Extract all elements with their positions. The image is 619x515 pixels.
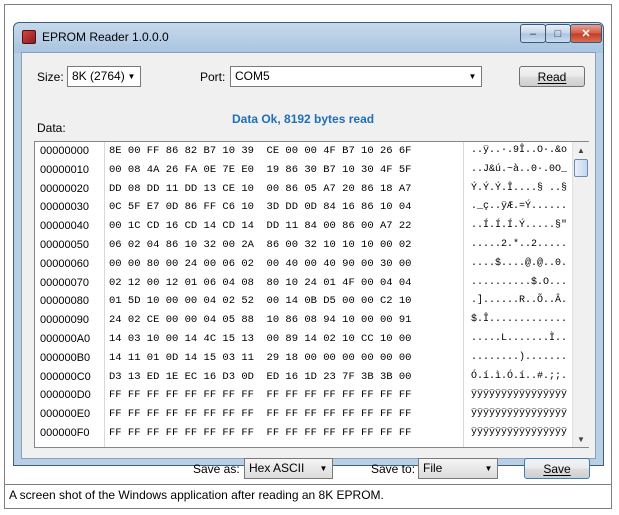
- row-address: 00000000: [40, 145, 89, 157]
- status-message: Data Ok, 8192 bytes read: [232, 112, 375, 126]
- save-as-select-value: Hex ASCII: [249, 461, 305, 475]
- row-hex-bytes: 8E 00 FF 86 82 B7 10 39 CE 00 00 4F B7 1…: [109, 145, 412, 157]
- row-address: 000000A0: [40, 332, 91, 345]
- ascii-column: ..ÿ..·.9Î..O·.&o ..J&ú.~à..0·.0O_ Ý.Ý.Ý.Î.…: [465, 142, 571, 447]
- app-window: EPROM Reader 1.0.0.0 – □ ✕ Size: 8K (276…: [13, 22, 604, 479]
- row-address: 00000030: [40, 201, 89, 214]
- row-address: 00000040: [40, 220, 89, 233]
- read-button[interactable]: Read: [519, 66, 585, 87]
- row-address: 00000090: [40, 314, 89, 327]
- save-to-label: Save to:: [371, 462, 416, 476]
- window-title: EPROM Reader 1.0.0.0: [42, 30, 169, 44]
- minimize-button[interactable]: –: [520, 24, 546, 43]
- row-ascii: .....L.......Ì..: [471, 332, 568, 344]
- read-button-label: Read: [537, 69, 567, 84]
- save-button-label: Save: [543, 461, 571, 476]
- row-hex-bytes: 02 12 00 12 01 06 04 08 80 10 24 01 4F 0…: [109, 276, 412, 289]
- row-ascii: ._ç..ÿÆ.=Ý......: [471, 201, 568, 213]
- chevron-down-icon: ▼: [127, 72, 136, 81]
- row-ascii: ..ÿ..·.9Î..O·.&o: [471, 145, 568, 156]
- hex-dump-grid[interactable]: 00000000 00000010 00000020 00000030 00000040…: [34, 141, 589, 448]
- row-ascii: Ó.í.ì.Ó.í..#.;;.: [471, 370, 568, 382]
- row-address: 000000D0: [40, 389, 91, 402]
- save-button[interactable]: Save: [524, 458, 590, 479]
- client-area: Size: 8K (2764) ▼ Port: COM5 ▼ Read Data…: [21, 52, 596, 479]
- row-ascii: .]......R..Õ..Â.: [471, 295, 568, 307]
- row-address: 000000F0: [40, 426, 90, 439]
- save-as-label: Save as:: [193, 462, 240, 476]
- row-address: 00000020: [40, 182, 89, 195]
- row-ascii: .....2.*..2.....: [471, 238, 568, 250]
- row-address: 00000010: [40, 163, 89, 176]
- maximize-button[interactable]: □: [545, 24, 571, 43]
- title-bar[interactable]: EPROM Reader 1.0.0.0 – □ ✕: [14, 23, 603, 51]
- row-ascii: Ý.Ý.Ý.Î....§ ..§: [471, 182, 568, 194]
- row-ascii: ..........$.O...: [471, 276, 568, 288]
- port-select[interactable]: COM5 ▼: [230, 66, 482, 87]
- row-hex-bytes: FF FF FF FF FF FF FF FF FF FF FF FF FF F…: [109, 426, 412, 439]
- size-select-value: 8K (2764): [72, 69, 125, 83]
- save-to-select-value: File: [423, 461, 443, 475]
- row-address: 000000C0: [40, 370, 91, 383]
- scroll-up-arrow-icon[interactable]: ▲: [573, 142, 589, 158]
- app-icon: [22, 30, 36, 44]
- row-hex-bytes: D3 13 ED 1E EC 16 D3 0D ED 16 1D 23 7F 3…: [109, 370, 412, 383]
- row-address: 00000060: [40, 257, 89, 270]
- row-hex-bytes: 14 03 10 00 14 4C 15 13 00 89 14 02 10 C…: [109, 332, 412, 345]
- save-to-select[interactable]: File ▼: [418, 458, 498, 479]
- row-ascii: $.Î.............: [471, 314, 568, 326]
- row-hex-bytes: 00 00 80 00 24 00 06 02 00 40 00 40 90 0…: [109, 257, 412, 270]
- figure-divider: [4, 484, 612, 485]
- row-address: 000000B0: [40, 351, 91, 364]
- chevron-down-icon: ▼: [468, 72, 477, 81]
- chevron-down-icon: ▼: [484, 464, 493, 473]
- figure-caption: A screen shot of the Windows application…: [9, 488, 384, 502]
- row-ascii: ÿÿÿÿÿÿÿÿÿÿÿÿÿÿÿÿ: [471, 389, 568, 401]
- row-address: 000000E0: [40, 408, 91, 421]
- row-hex-bytes: 00 1C CD 16 CD 14 CD 14 DD 11 84 00 86 0…: [109, 220, 412, 233]
- hex-column: 8E 00 FF 86 82 B7 10 39 CE 00 00 4F B7 1…: [104, 142, 464, 447]
- size-select[interactable]: 8K (2764) ▼: [67, 66, 141, 87]
- save-as-select[interactable]: Hex ASCII ▼: [244, 458, 333, 479]
- row-ascii: ....$....@.@..0.: [471, 257, 568, 269]
- chevron-down-icon: ▼: [319, 464, 328, 473]
- port-label: Port:: [200, 70, 226, 84]
- row-hex-bytes: FF FF FF FF FF FF FF FF FF FF FF FF FF F…: [109, 389, 412, 402]
- row-hex-bytes: 06 02 04 86 10 32 00 2A 86 00 32 10 10 1…: [109, 238, 412, 251]
- data-label: Data:: [37, 121, 66, 135]
- row-hex-bytes: 00 08 4A 26 FA 0E 7E E0 19 86 30 B7 10 3…: [109, 163, 412, 176]
- row-hex-bytes: 24 02 CE 00 00 04 05 88 10 86 08 94 10 0…: [109, 314, 412, 327]
- close-button[interactable]: ✕: [570, 24, 602, 43]
- row-address: 00000080: [40, 295, 89, 308]
- row-ascii: ÿÿÿÿÿÿÿÿÿÿÿÿÿÿÿÿ: [471, 408, 568, 420]
- scroll-thumb[interactable]: [574, 159, 588, 177]
- row-hex-bytes: FF FF FF FF FF FF FF FF FF FF FF FF FF F…: [109, 408, 412, 421]
- row-ascii: ..Í.Í.Í.Ý.....§": [471, 220, 568, 232]
- row-ascii: ..J&ú.~à..0·.0O_: [471, 163, 568, 175]
- row-ascii: ........).......: [471, 351, 568, 363]
- row-address: 00000070: [40, 276, 89, 289]
- scroll-down-arrow-icon[interactable]: ▼: [573, 431, 589, 447]
- row-hex-bytes: 01 5D 10 00 00 04 02 52 00 14 0B D5 00 0…: [109, 295, 412, 308]
- size-label: Size:: [37, 70, 64, 84]
- vertical-scrollbar[interactable]: ▲ ▼: [572, 142, 589, 447]
- row-address: 00000050: [40, 238, 89, 251]
- row-hex-bytes: DD 08 DD 11 DD 13 CE 10 00 86 05 A7 20 8…: [109, 182, 412, 195]
- port-select-value: COM5: [235, 69, 270, 83]
- row-hex-bytes: 14 11 01 0D 14 15 03 11 29 18 00 00 00 0…: [109, 351, 412, 364]
- row-ascii: ÿÿÿÿÿÿÿÿÿÿÿÿÿÿÿÿ: [471, 426, 568, 438]
- row-hex-bytes: 0C 5F E7 0D 86 FF C6 10 3D DD 0D 84 16 8…: [109, 201, 412, 214]
- address-column: 00000000 00000010 00000020 00000030 00000040…: [35, 142, 103, 447]
